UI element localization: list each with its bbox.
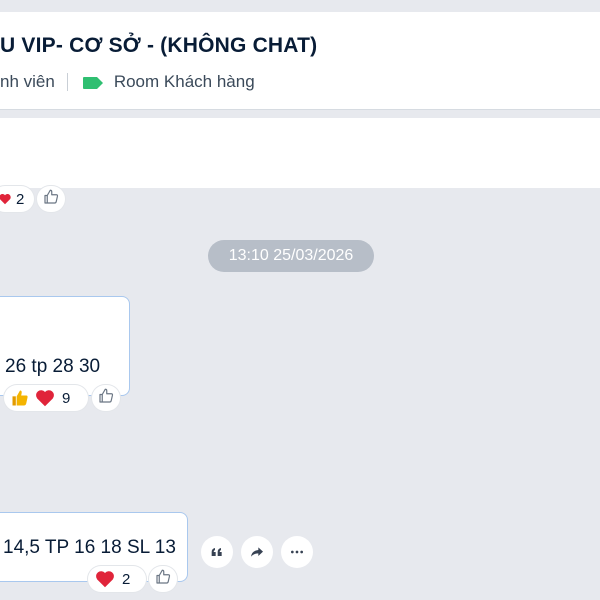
- thumbs-up-outline-icon: [42, 188, 60, 211]
- like-reaction-button[interactable]: [92, 385, 120, 411]
- quote-icon[interactable]: [201, 536, 233, 568]
- reaction-summary[interactable]: 2: [0, 186, 34, 212]
- reaction-summary[interactable]: 9: [4, 385, 88, 411]
- thumbs-up-outline-icon: [97, 387, 115, 410]
- message-actions: [201, 536, 313, 568]
- pinned-message-bar[interactable]: [0, 118, 600, 188]
- thumbs-up-outline-icon: [154, 568, 172, 591]
- reaction-count: 2: [16, 190, 25, 208]
- heart-icon: [34, 387, 56, 409]
- date-divider: 13:10 25/03/2026: [208, 240, 374, 272]
- group-meta: nh viên Room Khách hàng: [0, 70, 255, 94]
- share-icon[interactable]: [241, 536, 273, 568]
- reaction-count: 2: [122, 570, 131, 588]
- thumbs-up-icon: [10, 388, 30, 408]
- more-icon[interactable]: [281, 536, 313, 568]
- meta-divider: [66, 73, 68, 91]
- heart-icon: [0, 192, 12, 206]
- group-title[interactable]: U VIP- CƠ SỞ - (KHÔNG CHAT): [0, 34, 317, 58]
- message-text: 14,5 TP 16 18 SL 13: [3, 537, 176, 558]
- room-tag-label[interactable]: Room Khách hàng: [114, 72, 255, 92]
- heart-icon: [94, 568, 116, 590]
- window-top-strip: [0, 0, 600, 12]
- like-reaction-button[interactable]: [149, 566, 177, 592]
- label-tag-icon: [82, 75, 104, 89]
- conversation-header: U VIP- CƠ SỞ - (KHÔNG CHAT) nh viên Room…: [0, 12, 600, 110]
- reaction-count: 9: [62, 389, 71, 407]
- reaction-summary[interactable]: 2: [88, 566, 146, 592]
- like-reaction-button[interactable]: [37, 186, 65, 212]
- member-count[interactable]: nh viên: [0, 72, 55, 92]
- message-bubble[interactable]: 26 tp 28 30: [0, 296, 130, 396]
- message-text: 26 tp 28 30: [5, 356, 101, 377]
